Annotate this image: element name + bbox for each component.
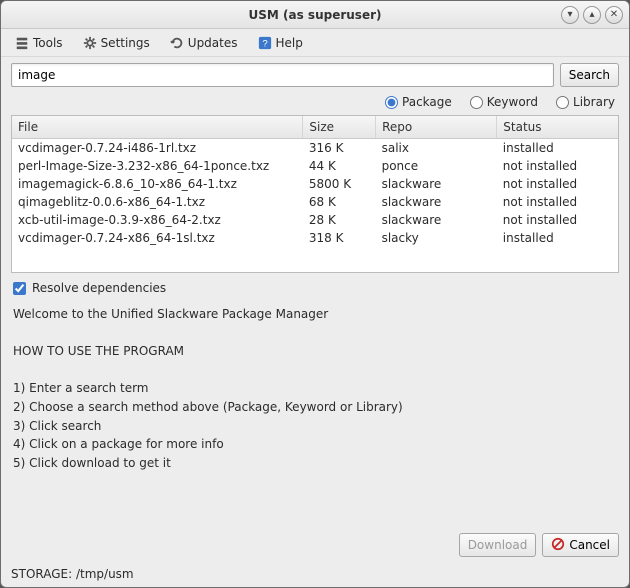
radio-library-input[interactable] (556, 96, 569, 109)
menu-tools-label: Tools (33, 36, 63, 50)
cell-status: not installed (497, 157, 618, 175)
radio-keyword[interactable]: Keyword (470, 95, 538, 109)
search-input[interactable] (11, 63, 554, 87)
svg-text:?: ? (262, 38, 267, 49)
tools-icon (15, 36, 29, 50)
cell-status: not installed (497, 211, 618, 229)
col-header-status[interactable]: Status (497, 116, 618, 139)
menubar: Tools Settings Updates ? Help (1, 29, 629, 57)
status-bar: STORAGE: /tmp/usm (1, 563, 629, 587)
resolve-checkbox[interactable] (13, 282, 26, 295)
footer-buttons: Download Cancel (1, 527, 629, 563)
chevron-up-icon: ▴ (589, 9, 594, 20)
radio-package[interactable]: Package (385, 95, 452, 109)
menu-settings[interactable]: Settings (79, 34, 154, 52)
search-button[interactable]: Search (560, 63, 619, 87)
cell-size: 68 K (303, 193, 376, 211)
cancel-label: Cancel (569, 538, 610, 552)
menu-updates-label: Updates (188, 36, 238, 50)
cell-file: vcdimager-0.7.24-x86_64-1sl.txz (12, 229, 303, 247)
cell-repo: slackware (376, 193, 497, 211)
cancel-button[interactable]: Cancel (542, 533, 619, 557)
cell-size: 44 K (303, 157, 376, 175)
app-window: USM (as superuser) ▾ ▴ ✕ Tools Settings … (0, 0, 630, 588)
window-title: USM (as superuser) (7, 8, 623, 22)
resolve-dependencies[interactable]: Resolve dependencies (1, 273, 629, 301)
menu-help[interactable]: ? Help (254, 34, 307, 52)
window-buttons: ▾ ▴ ✕ (561, 6, 623, 24)
table-row[interactable]: vcdimager-0.7.24-x86_64-1sl.txz318 Kslac… (12, 229, 618, 247)
cell-repo: ponce (376, 157, 497, 175)
help-text: Welcome to the Unified Slackware Package… (1, 301, 629, 527)
cell-repo: salix (376, 139, 497, 158)
cell-size: 316 K (303, 139, 376, 158)
cell-repo: slackware (376, 211, 497, 229)
results-table-container: File Size Repo Status vcdimager-0.7.24-i… (11, 115, 619, 273)
refresh-icon (170, 36, 184, 50)
col-header-repo[interactable]: Repo (376, 116, 497, 139)
cell-repo: slacky (376, 229, 497, 247)
menu-settings-label: Settings (101, 36, 150, 50)
cell-size: 318 K (303, 229, 376, 247)
radio-package-label: Package (402, 95, 452, 109)
minimize-button[interactable]: ▾ (561, 6, 579, 24)
table-row[interactable]: vcdimager-0.7.24-i486-1rl.txz316 Ksalixi… (12, 139, 618, 158)
cell-file: xcb-util-image-0.3.9-x86_64-2.txz (12, 211, 303, 229)
results-body: vcdimager-0.7.24-i486-1rl.txz316 Ksalixi… (12, 139, 618, 248)
col-header-file[interactable]: File (12, 116, 303, 139)
cell-status: installed (497, 139, 618, 158)
radio-package-input[interactable] (385, 96, 398, 109)
maximize-button[interactable]: ▴ (583, 6, 601, 24)
close-button[interactable]: ✕ (605, 6, 623, 24)
menu-tools[interactable]: Tools (11, 34, 67, 52)
cell-size: 5800 K (303, 175, 376, 193)
search-row: Search (1, 57, 629, 91)
cell-file: perl-Image-Size-3.232-x86_64-1ponce.txz (12, 157, 303, 175)
table-row[interactable]: imagemagick-6.8.6_10-x86_64-1.txz5800 Ks… (12, 175, 618, 193)
chevron-down-icon: ▾ (567, 9, 572, 20)
titlebar: USM (as superuser) ▾ ▴ ✕ (1, 1, 629, 29)
cell-file: vcdimager-0.7.24-i486-1rl.txz (12, 139, 303, 158)
menu-help-label: Help (276, 36, 303, 50)
col-header-size[interactable]: Size (303, 116, 376, 139)
gear-icon (83, 36, 97, 50)
download-button[interactable]: Download (459, 533, 537, 557)
search-mode-row: Package Keyword Library (1, 91, 629, 115)
cell-size: 28 K (303, 211, 376, 229)
cell-file: qimageblitz-0.0.6-x86_64-1.txz (12, 193, 303, 211)
cell-status: not installed (497, 175, 618, 193)
radio-library[interactable]: Library (556, 95, 615, 109)
cancel-icon (551, 537, 565, 554)
results-table: File Size Repo Status vcdimager-0.7.24-i… (12, 116, 618, 247)
resolve-label: Resolve dependencies (32, 281, 166, 295)
menu-updates[interactable]: Updates (166, 34, 242, 52)
radio-library-label: Library (573, 95, 615, 109)
cell-file: imagemagick-6.8.6_10-x86_64-1.txz (12, 175, 303, 193)
table-row[interactable]: xcb-util-image-0.3.9-x86_64-2.txz28 Ksla… (12, 211, 618, 229)
table-row[interactable]: perl-Image-Size-3.232-x86_64-1ponce.txz4… (12, 157, 618, 175)
cell-status: installed (497, 229, 618, 247)
help-icon: ? (258, 36, 272, 50)
radio-keyword-label: Keyword (487, 95, 538, 109)
close-icon: ✕ (610, 9, 618, 20)
cell-repo: slackware (376, 175, 497, 193)
table-row[interactable]: qimageblitz-0.0.6-x86_64-1.txz68 Kslackw… (12, 193, 618, 211)
radio-keyword-input[interactable] (470, 96, 483, 109)
cell-status: not installed (497, 193, 618, 211)
